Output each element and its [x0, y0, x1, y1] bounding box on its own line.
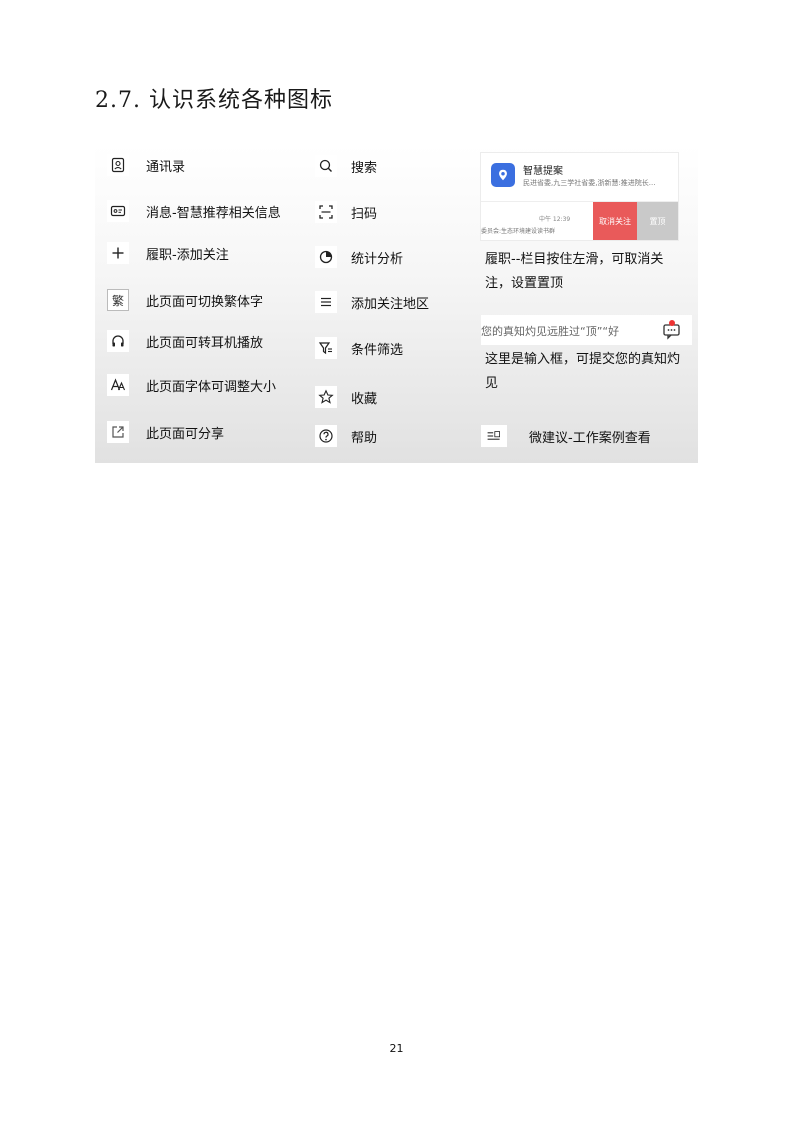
- legend-item-follow: 履职-添加关注: [107, 241, 229, 265]
- legend-label: 通讯录: [146, 159, 186, 175]
- legend-item-message: 消息-智慧推荐相关信息: [107, 199, 281, 223]
- legend-label: 添加关注地区: [351, 296, 430, 312]
- legend-item-filter: 条件筛选: [315, 336, 403, 360]
- input-description: 这里是输入框，可提交您的真知灼见: [485, 352, 681, 391]
- legend-label: 统计分析: [351, 251, 404, 267]
- icon-legend-panel: 通讯录 消息-智慧推荐相关信息 履职-添加关注 繁 此页面可切换繁体字 此页面可…: [95, 145, 698, 463]
- legend-item-font-size: 此页面字体可调整大小: [107, 373, 276, 397]
- list-item[interactable]: 智慧提案 民进省委,九三学社省委,浙新慧:推进院长...: [481, 153, 678, 202]
- pie-chart-icon: [315, 246, 337, 268]
- headphones-icon: [107, 330, 129, 352]
- legend-item-search: 搜索: [315, 154, 377, 178]
- legend-item-contacts: 通讯录: [107, 153, 185, 177]
- swipe-list-card: 智慧提案 民进省委,九三学社省委,浙新慧:推进院长... 中午 12:39 委员…: [481, 153, 678, 240]
- legend-label: 此页面可分享: [146, 426, 225, 442]
- filter-icon: [315, 337, 337, 359]
- legend-item-traditional: 繁 此页面可切换繁体字: [107, 288, 263, 312]
- message-card-icon: [107, 200, 129, 222]
- legend-label: 扫码: [351, 206, 378, 222]
- legend-item-headphones: 此页面可转耳机播放: [107, 329, 263, 353]
- legend-label: 收藏: [351, 391, 378, 407]
- legend-label: 帮助: [351, 430, 378, 446]
- notification-dot: [669, 320, 675, 326]
- timestamp: 中午 12:39: [539, 216, 571, 223]
- suggestion-icon: [481, 425, 507, 447]
- app-logo-icon: [491, 163, 515, 187]
- search-icon: [315, 155, 337, 177]
- app-name: 智慧提案: [523, 166, 563, 177]
- app-subtitle: 民进省委,九三学社省委,浙新慧:推进院长...: [523, 179, 656, 187]
- legend-label: 此页面字体可调整大小: [146, 379, 277, 395]
- legend-item-suggestion: 微建议-工作案例查看: [481, 424, 651, 448]
- list-item-subtitle: 委员会:生态环境建设读书群: [481, 228, 556, 235]
- legend-label: 履职-添加关注: [146, 247, 229, 263]
- legend-label: 此页面可切换繁体字: [146, 294, 264, 310]
- font-size-icon: [107, 374, 129, 396]
- star-icon: [315, 386, 337, 408]
- legend-label: 消息-智慧推荐相关信息: [146, 205, 281, 221]
- pin-top-button[interactable]: 置顶: [637, 202, 678, 240]
- page-number: 21: [389, 1042, 404, 1055]
- legend-item-stats: 统计分析: [315, 245, 403, 269]
- plus-icon: [107, 242, 129, 264]
- legend-item-favorite: 收藏: [315, 385, 377, 409]
- contacts-icon: [107, 154, 129, 176]
- traditional-char-icon: 繁: [107, 289, 129, 311]
- help-icon: [315, 425, 337, 447]
- section-title: 2.7. 认识系统各种图标: [95, 88, 333, 113]
- legend-label: 微建议-工作案例查看: [529, 430, 651, 446]
- input-placeholder: 您的真知灼见远胜过“顶”“好: [481, 325, 620, 338]
- legend-label: 搜索: [351, 160, 378, 176]
- list-icon: [315, 291, 337, 313]
- legend-item-area: 添加关注地区: [315, 290, 429, 314]
- legend-item-share: 此页面可分享: [107, 420, 224, 444]
- legend-item-help: 帮助: [315, 424, 377, 448]
- opinion-input[interactable]: 您的真知灼见远胜过“顶”“好: [481, 315, 692, 345]
- scan-icon: [315, 201, 337, 223]
- legend-label: 条件筛选: [351, 342, 404, 358]
- legend-item-scan: 扫码: [315, 200, 377, 224]
- swipe-description: 履职--栏目按住左滑，可取消关注，设置置顶: [485, 252, 664, 291]
- legend-label: 此页面可转耳机播放: [146, 335, 264, 351]
- cancel-follow-button[interactable]: 取消关注: [593, 202, 637, 240]
- share-icon: [107, 421, 129, 443]
